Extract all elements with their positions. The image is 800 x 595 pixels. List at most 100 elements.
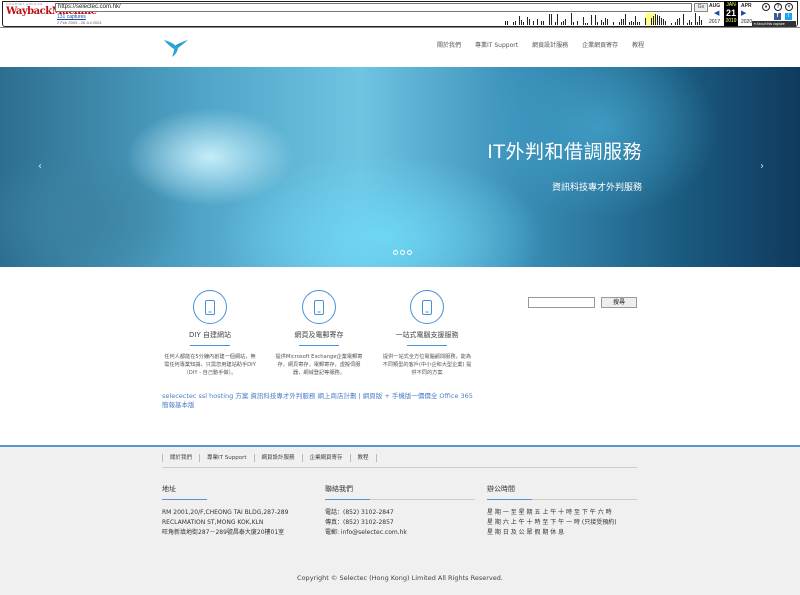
carousel-prev-icon[interactable]: ‹: [38, 161, 42, 172]
sparkline-bar: [587, 23, 588, 25]
user-icon[interactable]: ●: [762, 3, 770, 11]
hours-line: 星 期 一 至 星 期 五 上 午 十 時 至 下 午 六 時: [487, 509, 612, 516]
feature-icon-circle: [193, 290, 227, 324]
sparkline-bar: [701, 20, 702, 25]
sparkline-bar: [563, 21, 564, 25]
contact-email[interactable]: 電郵: info@selectec.com.hk: [325, 528, 475, 538]
sparkline-bar: [565, 19, 566, 25]
carousel-dot[interactable]: [407, 250, 412, 255]
feature-hosting: 網頁及電郵寄存 提供Microsoft Exchange企業電郵寄存，網頁寄存，…: [269, 290, 369, 377]
sparkline-bar: [697, 22, 698, 25]
address-line: RM 2001,20/F,CHEONG TAI BLDG,287-289: [162, 509, 289, 516]
sparkline-bar: [659, 16, 660, 25]
twitter-icon[interactable]: t: [785, 13, 792, 20]
site-logo[interactable]: [162, 36, 190, 58]
sparkline-bar: [513, 22, 514, 25]
sparkline-bar: [591, 15, 592, 25]
sparkline-bar: [645, 18, 646, 25]
sparkline-bar: [629, 22, 630, 25]
sparkline-bar: [671, 23, 672, 25]
nav-item-it-support[interactable]: 專業IT Support: [468, 40, 525, 49]
wayback-go-button[interactable]: Go: [694, 3, 708, 12]
sparkline-bar: [663, 19, 664, 25]
sparkline-bar: [613, 22, 614, 25]
feature-support: 一站式電腦支援服務 提供一站式全方位電腦顧問服務，能為不同類型的客戶(中小企和大…: [377, 290, 477, 377]
wayback-about-capture[interactable]: ▾ About this capture: [752, 21, 796, 27]
carousel-dot[interactable]: [393, 250, 398, 255]
wayback-url-input[interactable]: https://selectec.com.hk/: [55, 3, 692, 12]
footer-nav-tutorials[interactable]: 教程: [349, 454, 377, 462]
mobile-phone-icon: [314, 299, 324, 315]
footer-hours: 辦公時間 星 期 一 至 星 期 五 上 午 十 時 至 下 午 六 時 星 期…: [487, 484, 637, 538]
feature-description: 任何人都能在5分鐘內創建一個網站，無需任何專業知識，只需您用建站助手DIY（DI…: [164, 354, 256, 376]
prev-capture-arrow-icon[interactable]: ◀: [714, 9, 719, 17]
nav-item-tutorials[interactable]: 教程: [625, 40, 651, 49]
feature-title: 網頁及電郵寄存: [294, 331, 344, 339]
sparkline-bar: [623, 19, 624, 25]
hero-title: IT外判和借調服務: [487, 141, 642, 163]
sparkline-bar: [633, 22, 634, 25]
contact-fax: 傳真：(852) 3102-2857: [325, 519, 394, 526]
sparkline-bar: [541, 21, 542, 25]
footer-nav-about[interactable]: 關於我們: [162, 454, 199, 462]
wayback-capture-sparkline[interactable]: [505, 13, 703, 25]
feature-icon-circle: [410, 290, 444, 324]
footer-title-underline: [325, 499, 475, 500]
hours-line: 星 期 六 上 午 十 時 至 下 午 一 時 (只接受預約): [487, 519, 617, 526]
feature-icon-circle: [302, 290, 336, 324]
wayback-logo[interactable]: INTERNET ARCHIVE WaybackMachine: [6, 2, 97, 24]
feature-description: 提供Microsoft Exchange企業電郵寄存，網頁寄存，電郵寄存，虛擬伺…: [275, 354, 363, 376]
footer-nav: 關於我們 專業IT Support 網頁設計服務 企業網頁寄存 教程: [162, 454, 377, 462]
next-capture-arrow-icon[interactable]: ▶: [741, 9, 746, 17]
site-footer: 關於我們 專業IT Support 網頁設計服務 企業網頁寄存 教程 地址 RM…: [0, 445, 800, 595]
wayback-date-range: 2 Feb 2009 - 26 Jul 2024: [57, 20, 102, 25]
carousel-next-icon[interactable]: ›: [760, 161, 764, 172]
sparkline-bar: [577, 21, 578, 25]
sparkline-bar: [507, 21, 508, 25]
hero-carousel: IT外判和借調服務 資訊科技專才外判服務 ‹ ›: [0, 67, 800, 267]
sparkline-bar: [679, 18, 680, 25]
footer-nav-it-support[interactable]: 專業IT Support: [199, 454, 253, 462]
sparkline-bar: [585, 23, 586, 25]
wayback-prev-year: 2017: [709, 19, 721, 25]
search-button[interactable]: 搜尋: [601, 297, 637, 308]
sparkline-bar: [631, 21, 632, 25]
sparkline-bar: [691, 22, 692, 25]
wayback-next-month[interactable]: APR: [741, 3, 752, 9]
footer-nav-web-design[interactable]: 網頁設計服務: [253, 454, 302, 462]
sparkline-bar: [657, 15, 658, 25]
search-input[interactable]: [528, 297, 595, 308]
footer-nav-hosting[interactable]: 企業網頁寄存: [301, 454, 350, 462]
sparkline-bar: [607, 19, 608, 25]
sparkline-bar: [543, 21, 544, 25]
facebook-icon[interactable]: f: [774, 13, 781, 20]
sparkline-bar: [637, 22, 638, 25]
footer-contact: 聯絡我們 電話：(852) 3102-2847 傳真：(852) 3102-28…: [325, 484, 475, 538]
nav-item-about[interactable]: 關於我們: [430, 40, 468, 49]
carousel-dot[interactable]: [400, 250, 405, 255]
sparkline-bar: [683, 14, 684, 25]
sparkline-bar: [505, 21, 506, 25]
sparkline-bar: [523, 22, 524, 25]
carousel-indicators: [393, 250, 412, 255]
mobile-phone-icon: [422, 299, 432, 315]
tagline-links[interactable]: selecectec ssl hosting 方案 資訊科技專才外判服務 網上商…: [162, 392, 477, 410]
hummingbird-logo-icon: [164, 40, 188, 57]
main-nav: 關於我們 專業IT Support 網頁設計服務 企業網頁寄存 教程: [430, 40, 651, 49]
sparkline-bar: [675, 22, 676, 25]
footer-hours-title: 辦公時間: [487, 485, 515, 493]
feature-divider: [407, 345, 447, 346]
sparkline-bar: [695, 13, 696, 25]
close-icon[interactable]: ×: [785, 3, 793, 11]
sparkline-bar: [595, 15, 596, 25]
sparkline-bar: [529, 19, 530, 25]
sparkline-bar: [699, 16, 700, 25]
sparkline-bar: [515, 21, 516, 25]
nav-item-web-design[interactable]: 網頁設計服務: [525, 40, 575, 49]
wayback-current-capture: JAN 21 2019: [724, 1, 738, 26]
help-icon[interactable]: ?: [774, 3, 782, 11]
sparkline-bar: [537, 19, 538, 25]
nav-item-hosting[interactable]: 企業網頁寄存: [575, 40, 625, 49]
wayback-toolbar: INTERNET ARCHIVE WaybackMachine https://…: [0, 0, 800, 28]
address-line: RECLAMATION ST,MONG KOK,KLN: [162, 519, 264, 526]
